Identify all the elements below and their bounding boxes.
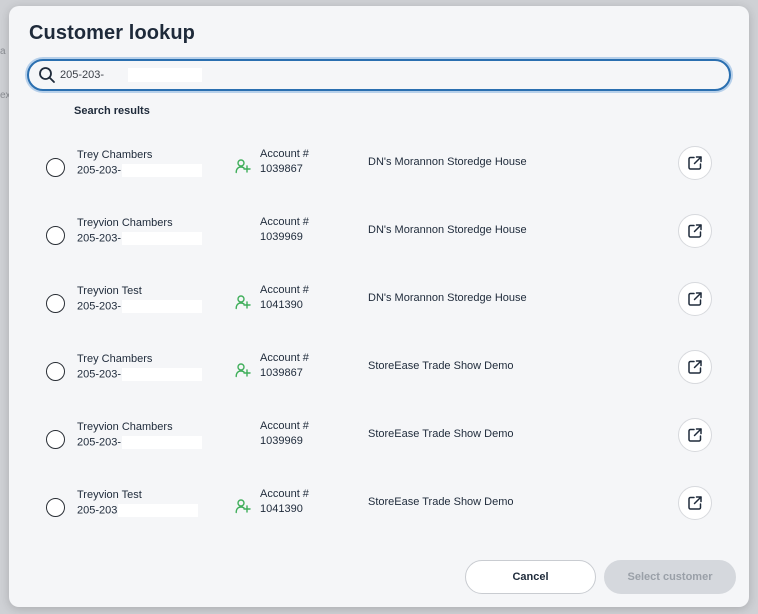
account-label: Account # — [260, 488, 309, 500]
customer-lookup-dialog: Customer lookup Search results Trey Cham… — [9, 6, 749, 607]
facility-name: StoreEase Trade Show Demo — [368, 496, 514, 508]
customer-name: Treyvion Test — [77, 285, 142, 297]
redacted-region — [128, 68, 202, 82]
customer-name: Trey Chambers — [77, 149, 153, 161]
account-number: 1039867 — [260, 367, 303, 379]
select-radio[interactable] — [46, 226, 65, 245]
account-number: 1039969 — [260, 435, 303, 447]
redacted-region — [122, 164, 203, 177]
account-number: 1041390 — [260, 299, 303, 311]
redacted-region — [122, 436, 203, 449]
result-row[interactable]: Treyvion Test 205-203 Account # 1041390 … — [9, 486, 749, 554]
select-radio[interactable] — [46, 430, 65, 449]
customer-phone: 205-203 — [77, 504, 199, 517]
account-label: Account # — [260, 420, 309, 432]
select-radio[interactable] — [46, 498, 65, 517]
person-add-icon — [235, 295, 251, 310]
external-link-icon — [688, 360, 702, 374]
external-link-icon — [688, 428, 702, 442]
open-customer-button[interactable] — [678, 350, 712, 384]
search-box[interactable] — [27, 59, 731, 91]
open-customer-button[interactable] — [678, 282, 712, 316]
customer-name: Trey Chambers — [77, 353, 153, 365]
account-label: Account # — [260, 352, 309, 364]
customer-phone: 205-203- — [77, 368, 203, 381]
external-link-icon — [688, 156, 702, 170]
customer-phone: 205-203- — [77, 300, 203, 313]
customer-phone: 205-203- — [77, 436, 203, 449]
facility-name: StoreEase Trade Show Demo — [368, 428, 514, 440]
account-number: 1041390 — [260, 503, 303, 515]
results-heading: Search results — [74, 105, 150, 117]
open-customer-button[interactable] — [678, 214, 712, 248]
facility-name: DN's Morannon Storedge House — [368, 156, 527, 168]
search-icon — [39, 67, 55, 83]
customer-name: Treyvion Test — [77, 489, 142, 501]
background-text-fragment: a — [0, 46, 6, 57]
redacted-region — [118, 504, 199, 517]
external-link-icon — [688, 496, 702, 510]
customer-name: Treyvion Chambers — [77, 217, 173, 229]
account-label: Account # — [260, 216, 309, 228]
redacted-region — [122, 232, 203, 245]
select-radio[interactable] — [46, 158, 65, 177]
facility-name: DN's Morannon Storedge House — [368, 224, 527, 236]
result-row[interactable]: Trey Chambers 205-203- Account # 1039867… — [9, 350, 749, 418]
redacted-region — [122, 368, 203, 381]
result-row[interactable]: Trey Chambers 205-203- Account # 1039867… — [9, 146, 749, 214]
account-label: Account # — [260, 148, 309, 160]
person-add-icon — [235, 363, 251, 378]
customer-name: Treyvion Chambers — [77, 421, 173, 433]
open-customer-button[interactable] — [678, 486, 712, 520]
facility-name: StoreEase Trade Show Demo — [368, 360, 514, 372]
person-add-icon — [235, 499, 251, 514]
result-row[interactable]: Treyvion Chambers 205-203- Account # 103… — [9, 418, 749, 486]
account-label: Account # — [260, 284, 309, 296]
account-number: 1039867 — [260, 163, 303, 175]
select-customer-button[interactable]: Select customer — [604, 560, 736, 594]
external-link-icon — [688, 224, 702, 238]
cancel-button[interactable]: Cancel — [465, 560, 596, 594]
result-row[interactable]: Treyvion Test 205-203- Account # 1041390… — [9, 282, 749, 350]
redacted-region — [122, 300, 203, 313]
account-number: 1039969 — [260, 231, 303, 243]
select-radio[interactable] — [46, 294, 65, 313]
open-customer-button[interactable] — [678, 418, 712, 452]
customer-phone: 205-203- — [77, 232, 203, 245]
facility-name: DN's Morannon Storedge House — [368, 292, 527, 304]
open-customer-button[interactable] — [678, 146, 712, 180]
dialog-title: Customer lookup — [29, 22, 195, 44]
person-add-icon — [235, 159, 251, 174]
external-link-icon — [688, 292, 702, 306]
customer-phone: 205-203- — [77, 164, 203, 177]
select-radio[interactable] — [46, 362, 65, 381]
result-row[interactable]: Treyvion Chambers 205-203- Account # 103… — [9, 214, 749, 282]
